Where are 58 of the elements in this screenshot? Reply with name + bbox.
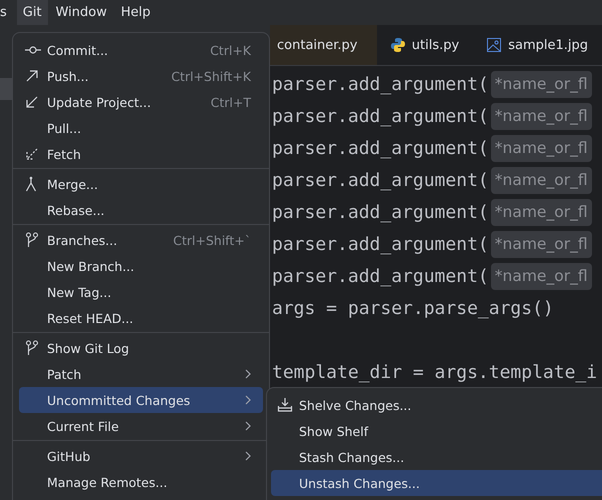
chevron-right-icon	[245, 451, 251, 461]
parameter-hint: *name_or_fl	[490, 262, 592, 290]
parameter-hint: *name_or_fl	[490, 134, 592, 162]
menu-item[interactable]: Branches... Ctrl+Shift+`	[19, 227, 263, 253]
menu-item[interactable]: New Tag...	[19, 279, 263, 305]
menu-item[interactable]: Manage Remotes...	[19, 469, 263, 495]
menu-item[interactable]: Pull...	[19, 115, 263, 141]
branch-icon	[25, 340, 39, 356]
menu-item[interactable]: GitHub	[19, 443, 263, 469]
menu-item[interactable]: Push... Ctrl+Shift+K	[19, 63, 263, 89]
code-line: parser.add_argument(	[272, 234, 489, 254]
menu-item[interactable]: Current File	[19, 413, 263, 439]
code-line: parser.add_argument(	[272, 74, 489, 94]
chevron-right-icon	[245, 395, 251, 405]
code-line: parser.add_argument(	[272, 266, 489, 286]
python-icon	[390, 37, 406, 53]
branch-icon	[25, 232, 39, 248]
menu-item[interactable]: Rebase...	[19, 197, 263, 223]
code-line: args = parser.parse_args()	[272, 298, 554, 318]
editor-tab[interactable]: container.py	[270, 25, 377, 65]
menu-item[interactable]: New Branch...	[19, 253, 263, 279]
parameter-hint: *name_or_fl	[490, 230, 592, 258]
shelve-icon	[277, 398, 293, 412]
arrow-down-left-icon	[25, 95, 39, 109]
image-icon	[486, 37, 502, 53]
code-line: parser.add_argument(	[272, 202, 489, 222]
parameter-hint: *name_or_fl	[490, 102, 592, 130]
menu-item[interactable]: Merge...	[19, 171, 263, 197]
editor-tab[interactable]: utils.py	[376, 25, 474, 65]
menu-item[interactable]: Stash Changes...	[271, 444, 602, 470]
arrow-down-left-icon	[25, 147, 39, 161]
code-line: parser.add_argument(	[272, 106, 489, 126]
menu-item[interactable]: Unstash Changes...	[271, 470, 602, 496]
menu-item[interactable]: Patch	[19, 361, 263, 387]
menu-item[interactable]: Show Shelf	[271, 418, 602, 444]
arrow-up-right-icon	[25, 69, 39, 83]
menu-item[interactable]: Fetch	[19, 141, 263, 167]
menu-item[interactable]: Shelve Changes...	[271, 392, 602, 418]
menu-item[interactable]: Git	[16, 0, 48, 25]
parameter-hint: *name_or_fl	[490, 198, 592, 226]
menu-item[interactable]: s	[0, 0, 9, 25]
commit-icon	[25, 45, 41, 55]
editor-tab[interactable]: sample1.jpg	[473, 25, 602, 65]
parameter-hint: *name_or_fl	[490, 70, 592, 98]
parameter-hint: *name_or_fl	[490, 166, 592, 194]
merge-icon	[25, 176, 37, 192]
menu-item[interactable]: Help	[114, 0, 156, 25]
menu-item[interactable]: Update Project... Ctrl+T	[19, 89, 263, 115]
code-line: template_dir = args.template_i	[272, 362, 598, 382]
menu-item[interactable]: Window	[50, 0, 113, 25]
menu-item[interactable]: Uncommitted Changes	[19, 387, 263, 413]
menu-item[interactable]: Commit... Ctrl+K	[19, 37, 263, 63]
menu-item[interactable]: Show Git Log	[19, 335, 263, 361]
chevron-right-icon	[245, 369, 251, 379]
code-line: parser.add_argument(	[272, 138, 489, 158]
menu-item[interactable]: Reset HEAD...	[19, 305, 263, 331]
chevron-right-icon	[245, 421, 251, 431]
code-line: parser.add_argument(	[272, 170, 489, 190]
